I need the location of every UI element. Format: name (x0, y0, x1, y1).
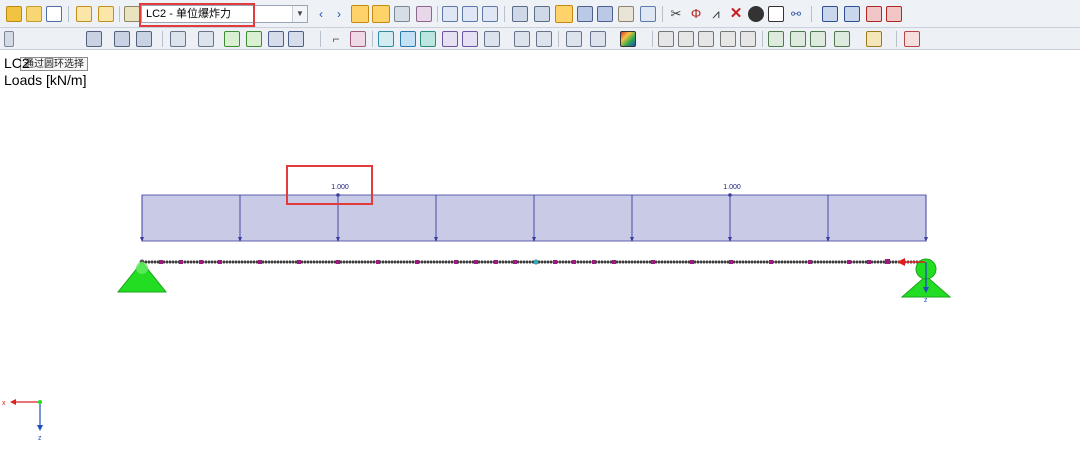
view-icon-1[interactable] (566, 31, 582, 47)
grid-tool-icon[interactable] (484, 31, 500, 47)
left-support[interactable] (116, 261, 168, 293)
node-icon[interactable] (170, 31, 186, 47)
table-view-icon-3[interactable] (268, 31, 284, 47)
scissors-icon[interactable]: ✂ (668, 6, 684, 22)
grid-icon[interactable] (98, 6, 114, 22)
show-results-icon[interactable] (372, 5, 390, 23)
phi-icon[interactable]: Φ (688, 6, 704, 22)
chevron-down-icon[interactable]: ▼ (292, 6, 307, 22)
table-view-icon-1[interactable] (224, 31, 240, 47)
render-icon-3[interactable] (618, 6, 634, 22)
line-icon[interactable] (442, 31, 458, 47)
axis-icon-2[interactable] (790, 31, 806, 47)
report-icon-3[interactable] (866, 6, 882, 22)
window-icon[interactable] (46, 6, 62, 22)
filter-icon-3[interactable] (698, 31, 714, 47)
table-view-icon-4[interactable] (288, 31, 304, 47)
hinge-icon[interactable] (462, 31, 478, 47)
model-viewport[interactable]: 1.000 1.000 z x z (0, 50, 1080, 463)
secondary-toolbar: ⌐ 通过圆环选择 (0, 28, 1080, 71)
mid-node[interactable] (533, 259, 539, 265)
table-icon[interactable] (76, 6, 92, 22)
select-tool-icon[interactable] (6, 6, 22, 22)
load-case-icon[interactable] (124, 6, 140, 22)
next-icon[interactable]: › (331, 6, 347, 22)
surface-results-icon[interactable] (462, 6, 478, 22)
selection-mode-icon[interactable] (86, 31, 102, 47)
main-toolbar: LC2 - 单位爆炸力 ▼ ‹ › ✂ Φ ⩘ ✕ ⚯ (0, 0, 1080, 28)
report-icon-4[interactable] (886, 6, 902, 22)
connection-icon[interactable]: ⚯ (788, 6, 804, 22)
report-icon-2[interactable] (844, 6, 860, 22)
filter-icon-2[interactable] (678, 31, 694, 47)
filter-icon-1[interactable] (658, 31, 674, 47)
combo-highlight-box (139, 3, 255, 27)
filter-icon-4[interactable] (720, 31, 736, 47)
paste-icon[interactable] (136, 31, 152, 47)
load-value-label-1: 1.000 (331, 184, 349, 191)
load-icon[interactable] (400, 31, 416, 47)
render-icon-2[interactable] (597, 6, 613, 22)
undo-icon[interactable] (4, 31, 14, 47)
dimension-icon[interactable] (514, 31, 530, 47)
axis-icon-1[interactable] (768, 31, 784, 47)
member-results-icon[interactable] (442, 6, 458, 22)
load-label-point-2 (728, 193, 732, 197)
perspective-icon[interactable]: ⩘ (708, 6, 724, 22)
eraser-icon[interactable] (350, 31, 366, 47)
view-icon-2[interactable] (590, 31, 606, 47)
axis-x-label: x (2, 400, 6, 407)
measure-icon[interactable]: ⌐ (328, 31, 344, 47)
copy-icon[interactable] (114, 31, 130, 47)
frame-icon[interactable] (536, 31, 552, 47)
values-icon[interactable] (416, 6, 432, 22)
active-display-icon[interactable] (555, 5, 573, 23)
report-icon-1[interactable] (822, 6, 838, 22)
axis-icon-3[interactable] (810, 31, 826, 47)
global-axes (10, 399, 43, 431)
load-wizard-icon[interactable] (26, 6, 42, 22)
color-scale-icon[interactable] (620, 31, 636, 47)
axis-icon-5[interactable] (866, 31, 882, 47)
support-axis-label: z (924, 297, 928, 304)
show-loads-icon[interactable] (351, 5, 369, 23)
filter-icon-5[interactable] (740, 31, 756, 47)
render-icon-4[interactable] (640, 6, 656, 22)
load-value-label-2: 1.000 (723, 184, 741, 191)
axis-icon-4[interactable] (834, 31, 850, 47)
support-icon[interactable] (378, 31, 394, 47)
member-icon[interactable] (198, 31, 214, 47)
cross-icon[interactable]: ✕ (728, 6, 744, 22)
surface-icon[interactable] (420, 31, 436, 47)
grid-points-icon[interactable] (534, 6, 550, 22)
mesh-icon[interactable] (512, 6, 528, 22)
rotate-icon[interactable] (748, 6, 764, 22)
previous-icon[interactable]: ‹ (313, 6, 329, 22)
render-icon-1[interactable] (577, 6, 593, 22)
axis-z-label: z (38, 435, 42, 442)
deformation-icon[interactable] (394, 6, 410, 22)
table-view-icon-2[interactable] (246, 31, 262, 47)
load-label-point-1 (336, 193, 340, 197)
section-results-icon[interactable] (482, 6, 498, 22)
screen-icon[interactable] (768, 6, 784, 22)
check-icon[interactable] (904, 31, 920, 47)
